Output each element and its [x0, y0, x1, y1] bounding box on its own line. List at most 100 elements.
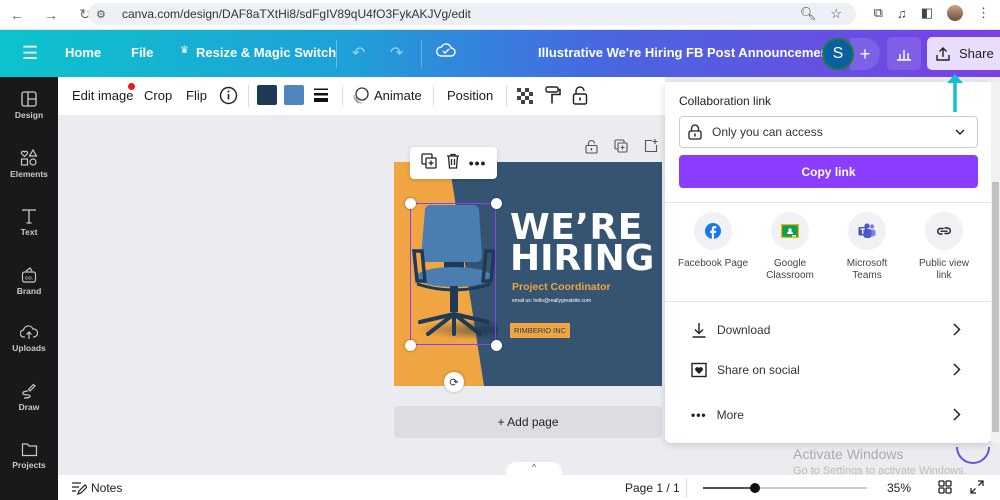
divider — [248, 85, 249, 107]
svg-text:CO.: CO. — [25, 276, 33, 281]
info-icon[interactable] — [219, 86, 238, 108]
back-icon[interactable]: ← — [6, 4, 28, 26]
headline-hiring[interactable]: HIRING — [510, 241, 654, 277]
page-lock-icon[interactable] — [585, 139, 598, 159]
notes-icon — [71, 481, 88, 498]
more-options-icon[interactable]: ••• — [469, 155, 487, 171]
resize-handle[interactable] — [491, 340, 502, 351]
stroke-weight-icon[interactable] — [313, 87, 329, 106]
site-settings-icon[interactable]: ⚙ — [96, 8, 112, 21]
share-public-view-link[interactable]: Public view link — [904, 212, 984, 282]
zoom-slider[interactable] — [703, 483, 867, 493]
menu-item-more[interactable]: ••• More — [691, 403, 961, 427]
job-title-text[interactable]: Project Coordinator — [512, 281, 611, 293]
divider — [506, 85, 507, 107]
share-google-classroom[interactable]: Google Classroom — [750, 212, 830, 282]
copy-link-button[interactable]: Copy link — [679, 155, 978, 188]
menu-item-label: More — [716, 408, 744, 422]
address-bar[interactable]: ⚙ canva.com/design/DAF8aTXtHi8/sdFgIV89q… — [88, 3, 856, 25]
resize-handle[interactable] — [491, 198, 502, 209]
share-facebook-page[interactable]: Facebook Page — [673, 212, 753, 270]
notification-dot — [128, 83, 135, 90]
divider — [421, 40, 422, 68]
sidebar-item-projects[interactable]: Projects — [0, 442, 58, 470]
email-text[interactable]: email us: hello@reallygreatsite.com — [512, 298, 591, 304]
grid-view-icon[interactable] — [938, 480, 952, 497]
windows-watermark-title: Activate Windows — [793, 446, 904, 462]
profile-avatar[interactable] — [947, 5, 963, 21]
access-dropdown[interactable]: Only you can access — [679, 116, 978, 148]
redo-icon[interactable]: ↷ — [390, 43, 403, 63]
forward-icon[interactable]: → — [40, 4, 62, 26]
media-icon[interactable]: ♫ — [897, 6, 907, 21]
transparency-icon[interactable] — [517, 88, 533, 107]
sidebar-label: Text — [20, 227, 38, 237]
color-swatch-1[interactable] — [257, 85, 277, 105]
sidebar-label: Brand — [16, 286, 42, 296]
zoom-percent[interactable]: 35% — [887, 481, 911, 495]
bookmark-star-icon[interactable]: ☆ — [830, 6, 842, 22]
divider — [665, 202, 991, 203]
trash-icon[interactable] — [446, 153, 460, 174]
chevron-down-icon — [955, 129, 965, 135]
menu-kebab-icon[interactable]: ⋮ — [977, 5, 990, 21]
sidebar-item-design[interactable]: Design — [0, 91, 58, 120]
notes-button[interactable]: Notes — [91, 481, 122, 495]
sidebar-item-uploads[interactable]: Uploads — [0, 324, 58, 353]
resize-handle[interactable] — [405, 340, 416, 351]
upload-icon — [936, 46, 950, 61]
resize-handle[interactable] — [405, 198, 416, 209]
share-button[interactable]: Share — [927, 37, 1000, 70]
design-title[interactable]: Illustrative We're Hiring FB Post Announ… — [538, 45, 833, 60]
duplicate-icon[interactable] — [420, 152, 437, 174]
cloud-saved-icon[interactable] — [436, 42, 456, 63]
share-panel-scrollbar[interactable] — [991, 82, 1000, 443]
sidebar-item-text[interactable]: Text — [0, 208, 58, 237]
company-label[interactable]: RIMBERIO INC — [510, 323, 571, 338]
color-swatch-2[interactable] — [284, 85, 304, 105]
menu-item-label: Download — [717, 323, 771, 337]
share-microsoft-teams[interactable]: Microsoft Teams — [827, 212, 907, 282]
layout-icon — [21, 91, 37, 107]
hamburger-menu-icon[interactable]: ☰ — [22, 43, 38, 64]
file-menu[interactable]: File — [131, 45, 153, 60]
position-button[interactable]: Position — [447, 88, 493, 103]
google-classroom-icon — [781, 224, 799, 238]
menu-item-download[interactable]: Download — [691, 318, 961, 342]
rotate-handle[interactable]: ⟳ — [444, 372, 464, 392]
share-target-label: Microsoft Teams — [846, 258, 888, 281]
insights-button[interactable] — [887, 37, 921, 70]
edit-image-button[interactable]: Edit image — [72, 88, 133, 103]
scrollbar-thumb[interactable] — [992, 182, 999, 432]
page-indicator[interactable]: Page 1 / 1 — [625, 481, 680, 495]
user-avatar[interactable]: S — [822, 38, 854, 70]
crop-button[interactable]: Crop — [144, 88, 172, 103]
duplicate-page-icon[interactable] — [614, 139, 628, 159]
side-panel-icon[interactable]: ◧ — [921, 5, 933, 21]
paint-roller-icon[interactable] — [545, 86, 561, 108]
sidebar-label: Uploads — [12, 343, 46, 353]
folder-icon — [21, 443, 37, 457]
animate-button[interactable]: Animate — [374, 88, 422, 103]
home-button[interactable]: Home — [65, 45, 101, 60]
sidebar-item-brand[interactable]: CO. Brand — [0, 266, 58, 296]
extensions-icon[interactable]: ⧉ — [874, 5, 883, 21]
resize-button[interactable]: Resize & Magic Switch — [196, 45, 336, 60]
add-page-icon[interactable] — [644, 139, 658, 159]
divider — [433, 85, 434, 107]
collapse-pages-tab[interactable]: ^ — [506, 462, 562, 475]
invite-plus-button[interactable]: + — [850, 38, 880, 70]
fullscreen-icon[interactable] — [970, 480, 984, 497]
text-icon — [22, 209, 36, 224]
zoom-icon[interactable]: 🔍︎ — [800, 6, 817, 22]
sidebar-item-elements[interactable]: Elements — [0, 149, 58, 179]
menu-item-share-on-social[interactable]: Share on social — [691, 358, 961, 382]
flip-button[interactable]: Flip — [186, 88, 207, 103]
menu-item-label: Share on social — [717, 363, 800, 377]
undo-icon[interactable]: ↶ — [352, 43, 365, 63]
collaboration-link-label: Collaboration link — [679, 94, 772, 108]
crown-icon: ♛ — [180, 45, 189, 56]
lock-icon[interactable] — [572, 85, 588, 108]
sidebar-item-draw[interactable]: Draw — [0, 383, 58, 412]
add-page-button[interactable]: + Add page — [394, 406, 662, 438]
